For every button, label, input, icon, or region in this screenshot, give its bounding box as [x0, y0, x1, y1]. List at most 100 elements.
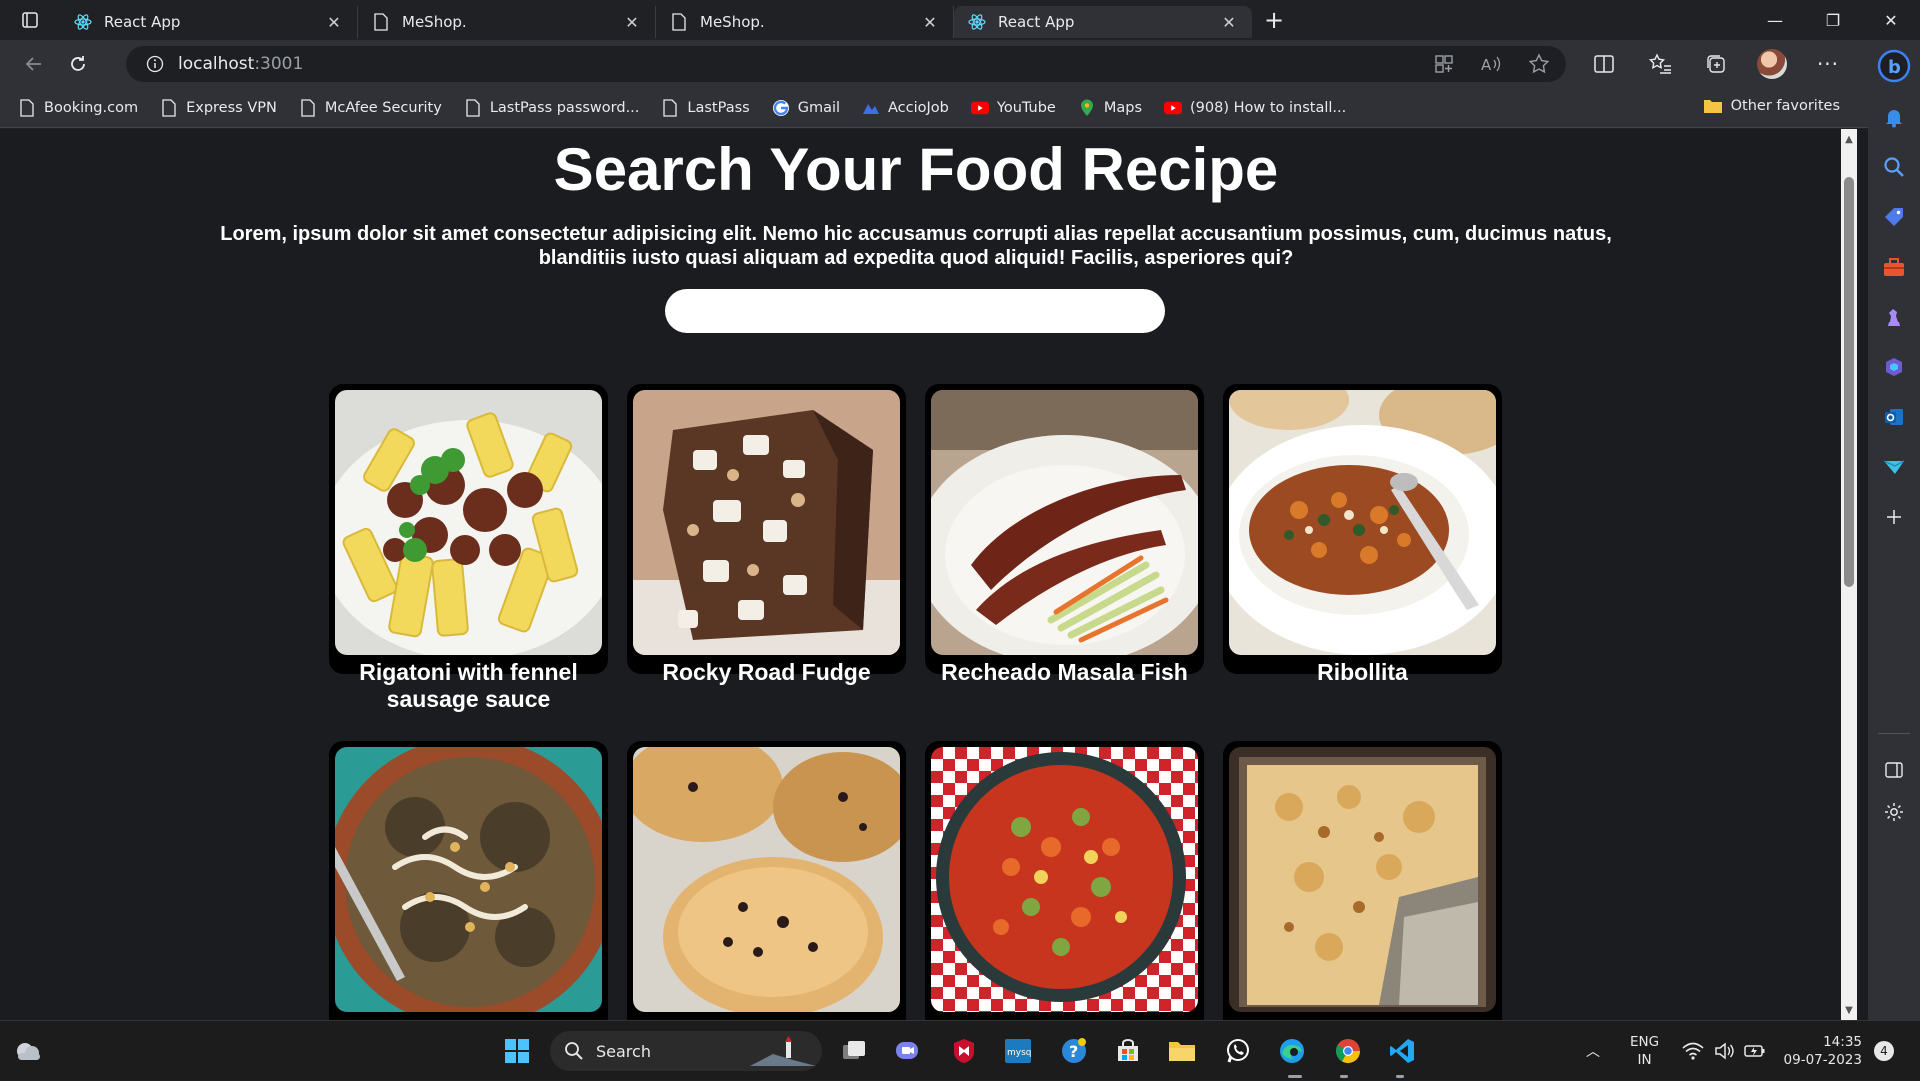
bookmark-lastpass[interactable]: LastPass: [661, 98, 750, 117]
quick-settings-button[interactable]: [1682, 1021, 1766, 1081]
bookmark-acciojob[interactable]: AccioJob: [862, 99, 949, 117]
plus-icon: [1887, 510, 1901, 524]
recipe-image-rigatoni: [335, 390, 602, 655]
bookmark-booking[interactable]: Booking.com: [18, 98, 138, 117]
taskbar-search[interactable]: Search: [550, 1031, 822, 1071]
favorite-star-icon[interactable]: [1528, 53, 1550, 75]
url-port: :3001: [254, 54, 304, 74]
scroll-up-icon[interactable]: ▲: [1841, 131, 1857, 147]
bookmark-gmail[interactable]: Gmail: [772, 99, 840, 117]
tab-react-app-active[interactable]: React App ✕: [954, 6, 1252, 38]
whatsapp-app[interactable]: [1220, 1033, 1256, 1069]
new-tab-button[interactable]: +: [1252, 0, 1296, 40]
task-view-button[interactable]: [836, 1033, 872, 1069]
chrome-app[interactable]: [1330, 1033, 1366, 1069]
profile-button[interactable]: [1754, 46, 1790, 82]
restore-icon[interactable]: ❐: [1804, 0, 1862, 40]
recipe-card[interactable]: Rocky Road Fudge: [627, 384, 906, 685]
recipe-card[interactable]: Rigatoni with fennel sausage sauce: [329, 384, 608, 712]
recipe-name: [931, 1012, 1198, 1020]
recipe-card[interactable]: [627, 741, 906, 1020]
input-language[interactable]: ENG IN: [1630, 1021, 1659, 1081]
send-icon: [1883, 460, 1905, 474]
minimize-icon[interactable]: —: [1746, 0, 1804, 40]
info-icon[interactable]: [146, 55, 164, 73]
tab-meshop-2[interactable]: MeShop. ✕: [656, 6, 954, 38]
outlook-icon: [1885, 409, 1903, 425]
recipe-card[interactable]: [925, 741, 1204, 1020]
tab-meshop-1[interactable]: MeShop. ✕: [358, 6, 656, 38]
task-view-icon: [843, 1041, 865, 1059]
shopping-button[interactable]: [1868, 192, 1920, 242]
close-icon[interactable]: ✕: [921, 13, 939, 32]
shopping-tag-icon: [1885, 208, 1903, 226]
bookmark-express-vpn[interactable]: Express VPN: [160, 98, 277, 117]
bookmark-youtube[interactable]: YouTube: [970, 99, 1056, 117]
collections-button[interactable]: [1698, 46, 1734, 82]
split-screen-button[interactable]: [1586, 46, 1622, 82]
recipe-image-8: [1229, 747, 1496, 1012]
clock[interactable]: 14:35 09-07-2023: [1774, 1021, 1862, 1081]
bookmark-lastpass-password[interactable]: LastPass password...: [464, 98, 639, 117]
recipe-card[interactable]: Recheado Masala Fish: [925, 384, 1204, 685]
microsoft-365-button[interactable]: [1868, 342, 1920, 392]
other-favorites[interactable]: Other favorites: [1703, 98, 1840, 114]
whatsapp-icon: [1227, 1039, 1249, 1063]
mcafee-app[interactable]: [946, 1033, 982, 1069]
mysql-app[interactable]: mysql: [1000, 1033, 1036, 1069]
recipe-card[interactable]: [1223, 741, 1502, 1020]
refresh-icon: [71, 56, 85, 71]
toolbox-icon: [1884, 258, 1904, 276]
bing-chat-button[interactable]: b: [1868, 40, 1920, 92]
recipe-card[interactable]: [329, 741, 608, 1020]
hide-sidebar-button[interactable]: [1868, 750, 1920, 790]
close-icon[interactable]: ✕: [1220, 13, 1238, 32]
sidebar-settings-button[interactable]: [1868, 792, 1920, 832]
sidebar-search-button[interactable]: [1868, 142, 1920, 192]
outlook-button[interactable]: [1868, 392, 1920, 442]
help-icon: ?: [1062, 1038, 1086, 1063]
get-help-app[interactable]: ?: [1056, 1033, 1092, 1069]
edge-app[interactable]: [1274, 1033, 1310, 1069]
tab-react-app-1[interactable]: React App ✕: [60, 6, 358, 38]
notifications-button[interactable]: [1868, 92, 1920, 142]
page-scrollbar[interactable]: ▲ ▼: [1832, 129, 1868, 1020]
tools-button[interactable]: [1868, 242, 1920, 292]
back-button[interactable]: [12, 46, 56, 82]
scroll-down-icon[interactable]: ▼: [1841, 1002, 1857, 1018]
add-sidebar-app-button[interactable]: [1868, 492, 1920, 542]
notification-center-button[interactable]: 4: [1874, 1021, 1894, 1081]
close-icon[interactable]: ✕: [623, 13, 641, 32]
read-aloud-icon[interactable]: A: [1480, 54, 1502, 74]
url-field[interactable]: localhost:3001 A: [126, 46, 1566, 82]
favorites-button[interactable]: [1642, 46, 1678, 82]
microsoft-store-app[interactable]: [1110, 1033, 1146, 1069]
start-button[interactable]: [499, 1033, 535, 1069]
file-explorer-app[interactable]: [1164, 1033, 1200, 1069]
bookmark-maps[interactable]: Maps: [1078, 99, 1142, 117]
window-controls: — ❐ ✕: [1746, 0, 1920, 40]
close-window-icon[interactable]: ✕: [1862, 0, 1920, 40]
teams-chat-button[interactable]: [889, 1033, 925, 1069]
notification-count-badge: 4: [1874, 1041, 1894, 1061]
volume-icon: [1715, 1042, 1734, 1060]
collections-icon: [1707, 55, 1725, 73]
vscode-app[interactable]: [1384, 1033, 1420, 1069]
recipe-search-input[interactable]: [665, 289, 1165, 333]
drop-button[interactable]: [1868, 442, 1920, 492]
app-available-icon[interactable]: [1434, 54, 1454, 74]
games-button[interactable]: [1868, 292, 1920, 342]
bookmark-mcafee[interactable]: McAfee Security: [299, 98, 442, 117]
acciojob-icon: [862, 99, 880, 117]
recipe-card[interactable]: Ribollita: [1223, 384, 1502, 685]
tab-actions-button[interactable]: [0, 0, 60, 40]
close-icon[interactable]: ✕: [325, 13, 343, 32]
edge-icon: [1280, 1039, 1304, 1063]
show-hidden-icons-button[interactable]: ︿: [1586, 1021, 1600, 1081]
taskbar-search-label: Search: [596, 1041, 651, 1061]
refresh-button[interactable]: [56, 46, 100, 82]
scrollbar-thumb[interactable]: [1844, 177, 1854, 587]
weather-widget[interactable]: [10, 1033, 46, 1069]
settings-more-button[interactable]: ···: [1810, 46, 1846, 82]
bookmark-how-to-install[interactable]: (908) How to install...: [1164, 99, 1346, 117]
